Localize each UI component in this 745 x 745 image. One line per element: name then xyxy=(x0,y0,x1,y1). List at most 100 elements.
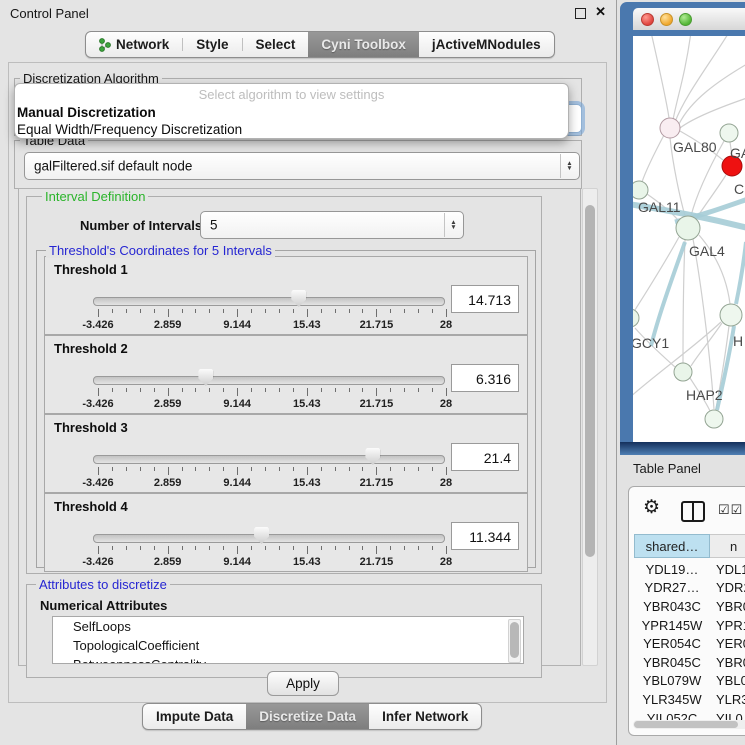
tab-label: Select xyxy=(256,37,296,52)
table-data-combobox[interactable]: galFiltered.sif default node ▲▼ xyxy=(24,152,580,180)
label-gal11: GAL11 xyxy=(638,199,681,215)
slider-track[interactable] xyxy=(93,376,445,385)
minor-tick xyxy=(195,388,196,392)
minor-tick xyxy=(293,309,294,313)
close-traffic-light-icon[interactable] xyxy=(641,13,654,26)
tab-discretize-data[interactable]: Discretize Data xyxy=(246,704,369,729)
minor-tick xyxy=(140,309,141,313)
threshold-value-field[interactable]: 6.316 xyxy=(451,364,519,392)
node-partial-bottom[interactable] xyxy=(705,410,723,428)
scale-label: 21.715 xyxy=(360,556,394,568)
tab-impute-data[interactable]: Impute Data xyxy=(143,704,246,729)
table-row[interactable]: YBR043C YBR0 xyxy=(629,597,745,616)
cell-name: YLR3 xyxy=(716,692,745,707)
tab-label: Infer Network xyxy=(382,709,468,724)
minor-tick xyxy=(195,546,196,550)
column-header-name[interactable]: n xyxy=(710,534,745,558)
split-columns-icon[interactable] xyxy=(681,501,705,522)
minor-tick xyxy=(112,546,113,550)
minor-tick xyxy=(432,309,433,313)
minor-tick xyxy=(209,309,210,313)
tab-label: jActiveMNodules xyxy=(432,37,541,52)
node-gal11[interactable] xyxy=(633,181,648,199)
scale-label: -3.426 xyxy=(82,319,113,331)
cell-shared-name: YLR345W xyxy=(634,692,710,707)
tab-style[interactable]: Style xyxy=(183,32,241,57)
minor-tick xyxy=(140,388,141,392)
node-gal4[interactable] xyxy=(676,216,700,240)
minor-tick xyxy=(223,309,224,313)
major-tick xyxy=(307,467,308,475)
minor-tick xyxy=(418,388,419,392)
table-row[interactable]: YPR145W YPR1 xyxy=(629,616,745,635)
cell-name: YIL0 xyxy=(716,711,743,720)
major-tick xyxy=(98,309,99,317)
control-panel: Control Panel ✕ Network Style Select Cyn… xyxy=(0,0,617,745)
node-partial-right[interactable] xyxy=(720,304,742,326)
dropdown-option-equal-width[interactable]: Equal Width/Frequency Discretization xyxy=(15,121,568,138)
table-row[interactable]: YIL052C YIL0 xyxy=(629,709,745,720)
list-scrollbar[interactable] xyxy=(508,619,521,663)
vertical-scrollbar[interactable] xyxy=(582,188,598,666)
major-tick xyxy=(446,546,447,554)
table-row[interactable]: YDR27… YDR2 xyxy=(629,579,745,598)
table-row[interactable]: YDL19… YDL1 xyxy=(629,560,745,579)
spinner-arrows-icon[interactable]: ▲▼ xyxy=(560,154,578,178)
tab-network[interactable]: Network xyxy=(86,32,182,57)
scale-label: 21.715 xyxy=(360,319,394,331)
minor-tick xyxy=(265,309,266,313)
zoom-traffic-light-icon[interactable] xyxy=(679,13,692,26)
node-hap2[interactable] xyxy=(674,363,692,381)
minor-tick xyxy=(182,467,183,471)
minor-tick xyxy=(321,388,322,392)
float-window-icon[interactable] xyxy=(575,8,586,19)
minor-tick xyxy=(349,546,350,550)
number-of-intervals-combobox[interactable]: 5 ▲▼ xyxy=(200,211,464,239)
minor-tick xyxy=(154,309,155,313)
list-item[interactable]: BetweennessCentrality xyxy=(53,655,523,664)
list-item[interactable]: SelfLoops xyxy=(53,617,523,636)
network-window-titlebar[interactable] xyxy=(633,8,745,30)
close-icon[interactable]: ✕ xyxy=(595,4,606,20)
slider-track[interactable] xyxy=(93,455,445,464)
apply-button[interactable]: Apply xyxy=(267,671,339,696)
scale-label: 2.859 xyxy=(154,477,182,489)
table-row[interactable]: YER054C YER0 xyxy=(629,634,745,653)
table-row[interactable]: YBL079W YBL0 xyxy=(629,672,745,691)
threshold-value-field[interactable]: 21.4 xyxy=(451,443,519,471)
tab-cyni-toolbox[interactable]: Cyni Toolbox xyxy=(308,32,419,57)
scrollbar-thumb[interactable] xyxy=(510,622,519,658)
label-gal4: GAL4 xyxy=(689,243,725,259)
minor-tick xyxy=(335,467,336,471)
tab-select[interactable]: Select xyxy=(243,32,309,57)
select-columns-checkboxes-icon[interactable]: ☑☑ xyxy=(718,502,743,518)
tab-infer-network[interactable]: Infer Network xyxy=(369,704,481,729)
scale-label: 21.715 xyxy=(360,477,394,489)
node-partial-top-right[interactable] xyxy=(720,124,738,142)
horizontal-scrollbar[interactable] xyxy=(633,720,745,729)
threshold-value-field[interactable]: 11.344 xyxy=(451,522,519,550)
node-gal80[interactable] xyxy=(660,118,680,138)
tab-label: Impute Data xyxy=(156,709,233,724)
minor-tick xyxy=(362,388,363,392)
minimize-traffic-light-icon[interactable] xyxy=(660,13,673,26)
minor-tick xyxy=(362,546,363,550)
slider-track[interactable] xyxy=(93,297,445,306)
minor-tick xyxy=(335,309,336,313)
scrollbar-thumb[interactable] xyxy=(634,721,738,728)
list-item[interactable]: TopologicalCoefficient xyxy=(53,636,523,655)
column-header-shared-name[interactable]: shared… xyxy=(634,534,710,558)
label-gcy1: GCY1 xyxy=(633,335,669,351)
slider-scale-labels: -3.4262.8599.14415.4321.71528 xyxy=(45,477,527,489)
node-gcy1[interactable] xyxy=(633,309,639,327)
scrollbar-thumb[interactable] xyxy=(585,205,595,557)
spinner-arrows-icon[interactable]: ▲▼ xyxy=(444,213,462,237)
minor-tick xyxy=(154,546,155,550)
dropdown-option-manual[interactable]: Manual Discretization xyxy=(15,104,568,121)
gear-icon[interactable]: ⚙ xyxy=(643,498,660,518)
table-row[interactable]: YLR345W YLR3 xyxy=(629,690,745,709)
table-row[interactable]: YBR045C YBR0 xyxy=(629,653,745,672)
network-canvas[interactable]: GAL80 GA C GAL11 GAL4 GCY1 H HAP2 xyxy=(633,36,745,443)
tab-jactivemnodules[interactable]: jActiveMNodules xyxy=(419,32,554,57)
threshold-value-field[interactable]: 14.713 xyxy=(451,285,519,313)
